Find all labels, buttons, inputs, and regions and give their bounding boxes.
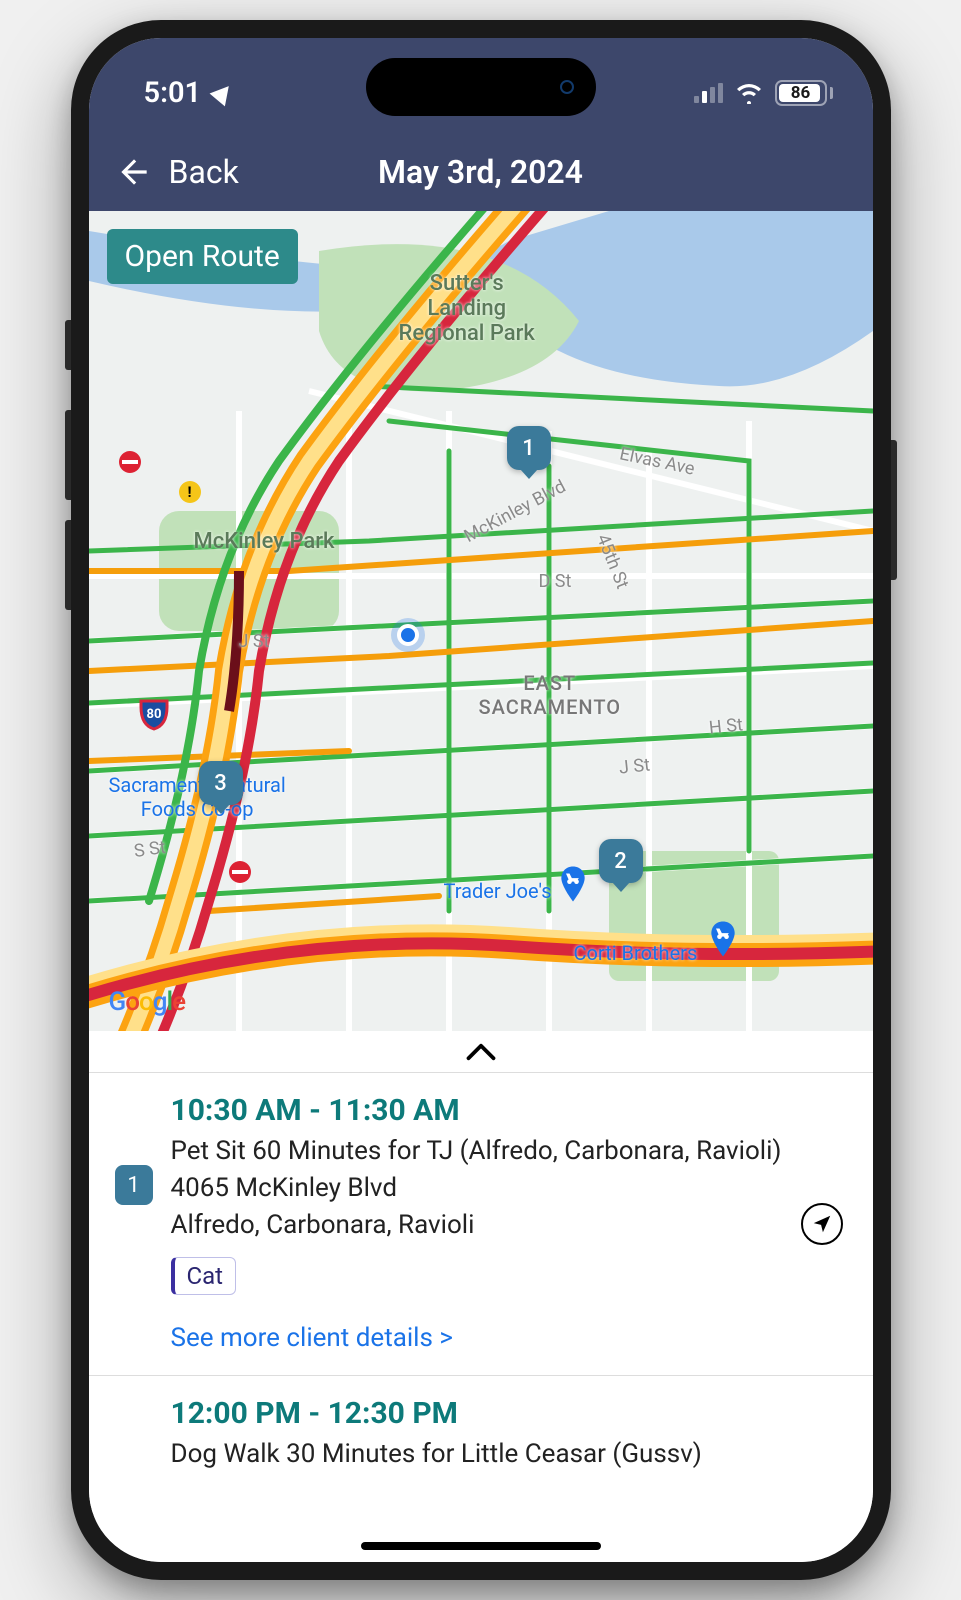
dynamic-island — [366, 58, 596, 116]
visit-card[interactable]: 12:00 PM - 12:30 PM Dog Walk 30 Minutes … — [89, 1376, 873, 1514]
visit-card[interactable]: 1 10:30 AM - 11:30 AM Pet Sit 60 Minutes… — [89, 1073, 873, 1376]
visit-number-badge: 1 — [115, 1165, 153, 1205]
shopping-pin-icon — [709, 921, 737, 961]
phone-side-button — [65, 520, 71, 610]
navigate-icon — [811, 1213, 833, 1235]
phone-side-button — [65, 320, 71, 370]
map-background: 80 — [89, 211, 873, 1031]
location-icon — [210, 80, 237, 107]
no-entry-icon — [229, 861, 251, 883]
visit-body: 12:00 PM - 12:30 PM Dog Walk 30 Minutes … — [171, 1396, 847, 1474]
svg-text:80: 80 — [146, 707, 161, 722]
page-title: May 3rd, 2024 — [378, 153, 583, 191]
phone-side-button — [65, 410, 71, 500]
alert-icon: ! — [179, 481, 201, 503]
status-time: 5:01 — [144, 76, 202, 110]
map-marker-2[interactable]: 2 — [599, 839, 643, 883]
current-location-dot — [397, 624, 419, 646]
status-left: 5:01 — [144, 61, 234, 110]
back-button[interactable] — [115, 153, 153, 191]
nav-bar: Back May 3rd, 2024 — [89, 133, 873, 211]
chevron-up-icon — [466, 1043, 496, 1061]
arrow-left-icon — [115, 153, 153, 191]
visit-body: 10:30 AM - 11:30 AM Pet Sit 60 Minutes f… — [171, 1093, 847, 1353]
google-logo: Google — [109, 987, 186, 1017]
status-right: 86 — [694, 65, 833, 106]
map-view[interactable]: 80 Open Route Sutter's Landing Regional … — [89, 211, 873, 1031]
pet-type-tag: Cat — [171, 1257, 237, 1295]
visits-list[interactable]: 1 10:30 AM - 11:30 AM Pet Sit 60 Minutes… — [89, 1073, 873, 1562]
battery-percent: 86 — [777, 83, 825, 103]
no-entry-icon — [119, 451, 141, 473]
visit-description: Dog Walk 30 Minutes for Little Ceasar (G… — [171, 1437, 847, 1472]
screen: 5:01 86 — [89, 38, 873, 1562]
phone-side-button — [891, 440, 897, 580]
visit-description: Pet Sit 60 Minutes for TJ (Alfredo, Carb… — [171, 1134, 847, 1169]
visit-time: 12:00 PM - 12:30 PM — [171, 1396, 847, 1431]
map-marker-1[interactable]: 1 — [507, 426, 551, 470]
open-route-button[interactable]: Open Route — [107, 229, 298, 284]
signal-icon — [694, 83, 723, 103]
phone-frame: 5:01 86 — [71, 20, 891, 1580]
wifi-icon — [735, 82, 763, 104]
navigate-button[interactable] — [801, 1203, 843, 1245]
visit-time: 10:30 AM - 11:30 AM — [171, 1093, 847, 1128]
map-marker-3[interactable]: 3 — [199, 761, 243, 805]
visit-pets-line: Alfredo, Carbonara, Ravioli — [171, 1208, 847, 1243]
shopping-pin-icon — [559, 866, 587, 906]
battery-indicator: 86 — [775, 80, 833, 106]
back-label[interactable]: Back — [169, 153, 239, 191]
drag-handle[interactable] — [89, 1031, 873, 1073]
see-more-link[interactable]: See more client details > — [171, 1323, 847, 1353]
visit-address-line: 4065 McKinley Blvd — [171, 1171, 847, 1206]
home-indicator[interactable] — [361, 1542, 601, 1550]
camera-dot — [560, 80, 574, 94]
